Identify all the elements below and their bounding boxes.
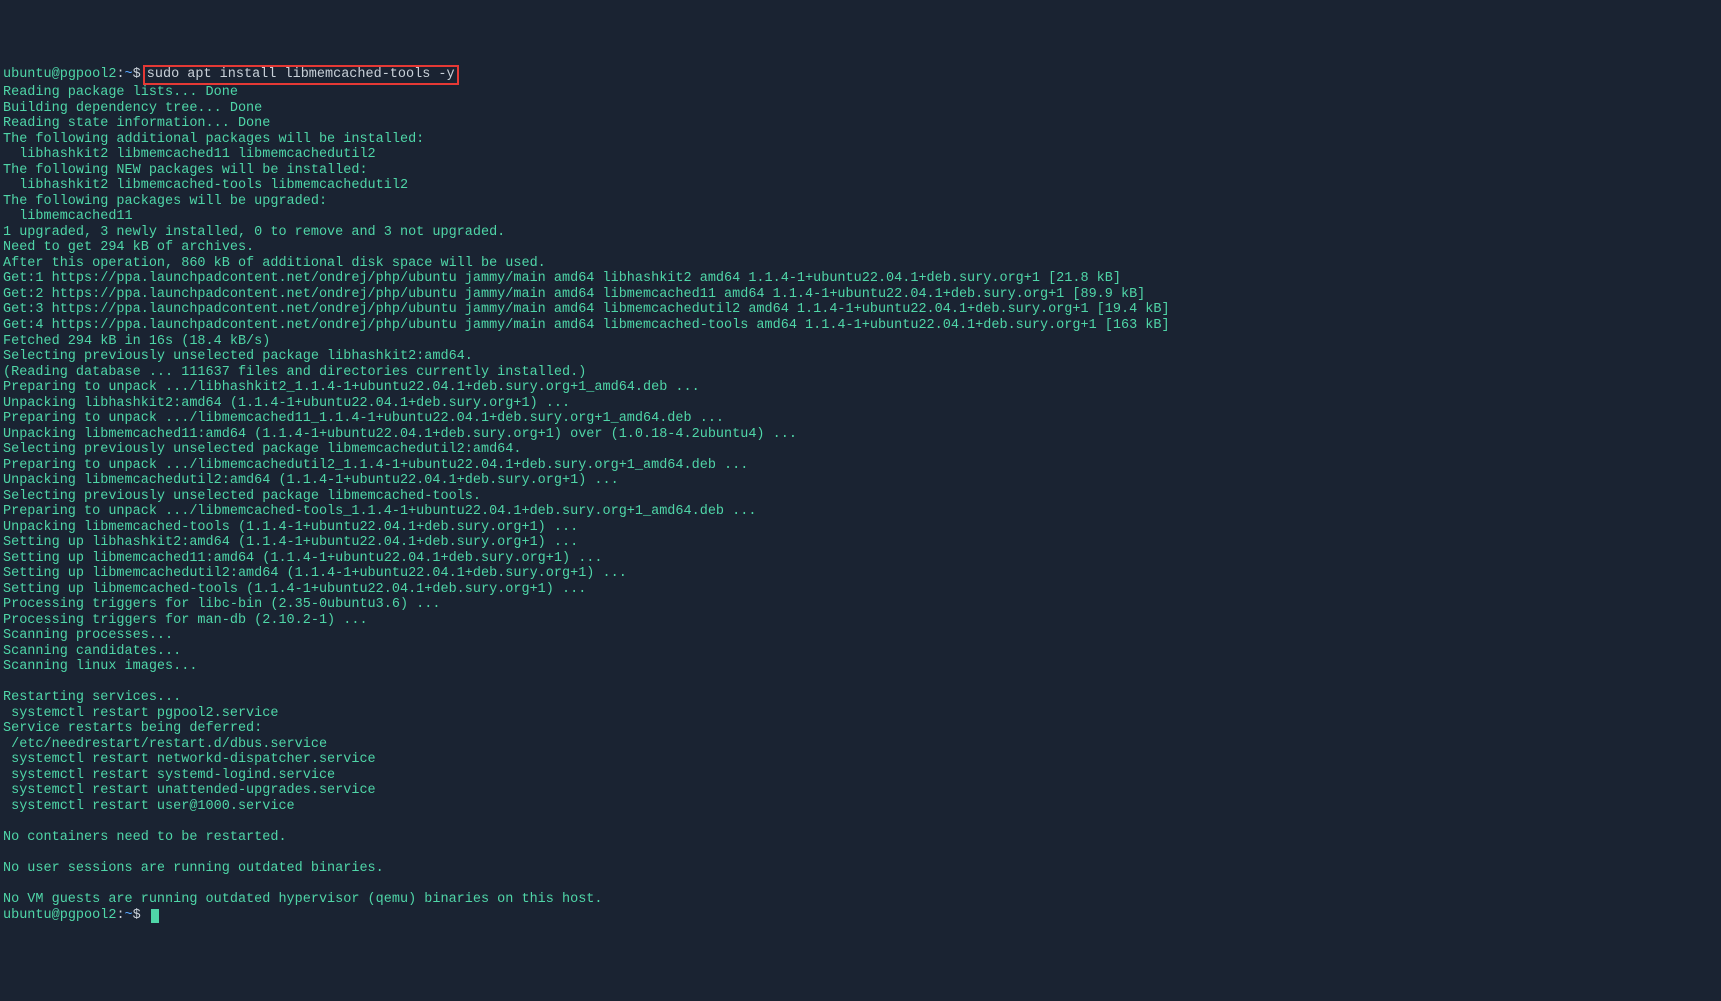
prompt-sep: :: [116, 908, 124, 923]
prompt-sep: :: [116, 67, 124, 82]
prompt-path: ~: [125, 908, 133, 923]
prompt-at: @: [52, 908, 60, 923]
output-lines: Reading package lists... Done Building d…: [3, 85, 1718, 907]
prompt-at: @: [52, 67, 60, 82]
terminal-output[interactable]: ubuntu@pgpool2:~$sudo apt install libmem…: [3, 65, 1718, 923]
prompt-line-1: ubuntu@pgpool2:~$sudo apt install libmem…: [3, 67, 459, 82]
prompt-user: ubuntu: [3, 908, 52, 923]
prompt-user: ubuntu: [3, 67, 52, 82]
prompt-path: ~: [125, 67, 133, 82]
prompt-line-2: ubuntu@pgpool2:~$: [3, 908, 159, 923]
prompt-dollar: $: [133, 908, 141, 923]
cursor: [151, 909, 159, 923]
prompt-dollar: $: [133, 67, 141, 82]
command-highlighted: sudo apt install libmemcached-tools -y: [143, 65, 459, 85]
prompt-host: pgpool2: [60, 67, 117, 82]
prompt-host: pgpool2: [60, 908, 117, 923]
